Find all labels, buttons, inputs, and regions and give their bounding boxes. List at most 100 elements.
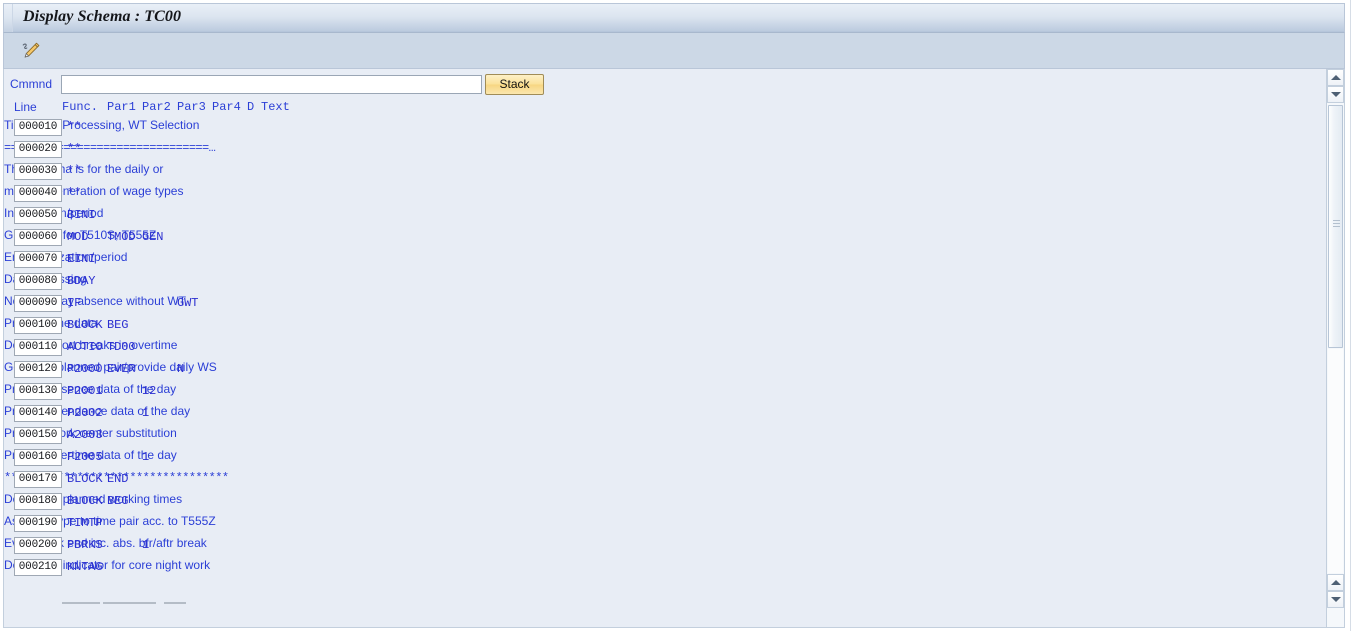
row-par1: TMOD [107, 230, 136, 244]
table-row[interactable]: 000210 KNTAG Determine indicator for core … [4, 558, 1344, 580]
row-par2: 1 [142, 406, 150, 420]
row-func: TIMTP [67, 516, 103, 530]
row-par2: 1 [142, 450, 150, 464]
pencil-edit-icon[interactable] [18, 39, 44, 63]
table-row[interactable]: 000040 ** monthly generation of wage types [4, 184, 1344, 206]
table-row[interactable]: 000150 A2003 Process work center substitut… [4, 426, 1344, 448]
partial-row-marks [4, 602, 404, 612]
row-func: KNTAG [67, 560, 103, 574]
table-row[interactable]: 000020 ** ===============================… [4, 140, 1344, 162]
scroll-down-arrow-icon-bottom[interactable] [1327, 591, 1344, 608]
row-line-number[interactable]: 000060 [14, 229, 62, 246]
right-margin [1346, 0, 1359, 631]
vertical-scrollbar[interactable] [1326, 69, 1345, 628]
scroll-up-arrow-icon[interactable] [1327, 69, 1344, 86]
row-func: ** [67, 142, 82, 156]
column-header-line: Line [14, 100, 37, 114]
row-par1: EVER [107, 362, 136, 376]
table-row[interactable]: 000080BDAYDay processing [4, 272, 1344, 294]
table-row[interactable]: 000050BINIInitialization/period [4, 206, 1344, 228]
table-row[interactable]: 000060 MOD TMOD GEN Groupings for T510S, T55… [4, 228, 1344, 250]
window-title-bar: Display Schema : TC00 [3, 3, 1345, 33]
column-header-par3: Par3 [177, 100, 206, 114]
title-bar-left-strip [4, 4, 13, 32]
row-line-number[interactable]: 000030 [14, 163, 62, 180]
table-row[interactable]: 000160 P2005 1 Provide overtime data of the… [4, 448, 1344, 470]
row-par1: BEG [107, 494, 129, 508]
row-func: P2001 [67, 384, 103, 398]
row-line-number[interactable]: 000110 [14, 339, 62, 356]
scrollbar-thumb[interactable] [1328, 105, 1343, 348]
row-line-number[interactable]: 000040 [14, 185, 62, 202]
row-line-number[interactable]: 000090 [14, 295, 62, 312]
row-par3: N [177, 362, 185, 376]
row-par1: END [107, 472, 129, 486]
command-row: Cmmnd Stack [4, 69, 1344, 99]
row-func: ** [67, 120, 82, 134]
row-line-number[interactable]: 000050 [14, 207, 62, 224]
row-line-number[interactable]: 000100 [14, 317, 62, 334]
row-par2: 1 [142, 538, 150, 552]
row-func: ACTIO [67, 340, 103, 354]
row-func: P2005 [67, 450, 103, 464]
page-title: Display Schema : TC00 [23, 8, 182, 25]
row-line-number[interactable]: 000020 [14, 141, 62, 158]
column-header-par4: Par4 [212, 100, 241, 114]
row-line-number[interactable]: 000160 [14, 449, 62, 466]
row-func: IF [67, 296, 82, 310]
schema-rows: 000010 ** Time Data Processing, WT Selecti… [4, 118, 1344, 580]
row-line-number[interactable]: 000170 [14, 471, 62, 488]
table-row[interactable]: 000180 BLOCK BEG Determine planned working … [4, 492, 1344, 514]
partial-row-mark [103, 602, 156, 604]
sap-display-schema-window: Display Schema : TC00 © www.tutorialkart… [0, 0, 1359, 631]
table-row[interactable]: 000100BLOCKBEGProvide time data [4, 316, 1344, 338]
row-par1: BEG [107, 318, 129, 332]
row-line-number[interactable]: 000190 [14, 515, 62, 532]
schema-content-panel: Cmmnd Stack Line Func. Par1 Par2 Par3 Pa… [3, 69, 1345, 628]
row-line-number[interactable]: 000010 [14, 119, 62, 136]
row-line-number[interactable]: 000150 [14, 427, 62, 444]
table-row[interactable]: 000200 PBRKS 1 Eval. break end inc. abs. bf… [4, 536, 1344, 558]
row-line-number[interactable]: 000210 [14, 559, 62, 576]
row-func: BLOCK [67, 472, 103, 486]
row-line-number[interactable]: 000070 [14, 251, 62, 268]
column-header-text: Text [261, 100, 290, 114]
table-row[interactable]: 000190 TIMTP Assign TType to time pair acc… [4, 514, 1344, 536]
partial-row-mark [164, 602, 186, 604]
scroll-up-arrow-icon-bottom[interactable] [1327, 574, 1344, 591]
row-par3: GWT [177, 296, 199, 310]
right-edge-divider [1350, 0, 1351, 631]
table-row[interactable]: 000030 ** This schema is for the daily or [4, 162, 1344, 184]
table-row[interactable]: 000140 P2002 1 Provide attendance data of t… [4, 404, 1344, 426]
row-func: ** [67, 186, 82, 200]
command-input[interactable] [61, 75, 482, 94]
table-row[interactable]: 000070 EINI End initialization/period [4, 250, 1344, 272]
scrollbar-track-lower[interactable] [1328, 349, 1343, 573]
scrollbar-grip-icon [1333, 220, 1340, 230]
scroll-down-arrow-icon[interactable] [1327, 86, 1344, 103]
row-func: MOD [67, 230, 89, 244]
row-func: P2000 [67, 362, 103, 376]
row-line-number[interactable]: 000080 [14, 273, 62, 290]
row-line-number[interactable]: 000200 [14, 537, 62, 554]
table-row[interactable]: 000170 BLOCK END **************************… [4, 470, 1344, 492]
row-line-number[interactable]: 000120 [14, 361, 62, 378]
stack-button[interactable]: Stack [485, 74, 544, 95]
row-func: EINI [67, 252, 96, 266]
table-row[interactable]: 000010 ** Time Data Processing, WT Selecti… [4, 118, 1344, 140]
row-func: ** [67, 164, 82, 178]
row-line-number[interactable]: 000180 [14, 493, 62, 510]
table-row[interactable]: 000120 P2000 EVER N Generate planned pair/pr… [4, 360, 1344, 382]
table-row[interactable]: 000110 ACTIO TD00 Do not import breaks in o… [4, 338, 1344, 360]
row-func: PBRKS [67, 538, 103, 552]
column-header-par1: Par1 [107, 100, 136, 114]
row-func: A2003 [67, 428, 103, 442]
row-line-number[interactable]: 000130 [14, 383, 62, 400]
command-label: Cmmnd [10, 77, 53, 91]
row-line-number[interactable]: 000140 [14, 405, 62, 422]
row-func: BINI [67, 208, 96, 222]
row-par1: TD00 [107, 340, 136, 354]
table-row[interactable]: 000090 IF GWT Not if full-day absence witho… [4, 294, 1344, 316]
table-row[interactable]: 000130 P2001 12 Provide absence data of the… [4, 382, 1344, 404]
row-func: P2002 [67, 406, 103, 420]
